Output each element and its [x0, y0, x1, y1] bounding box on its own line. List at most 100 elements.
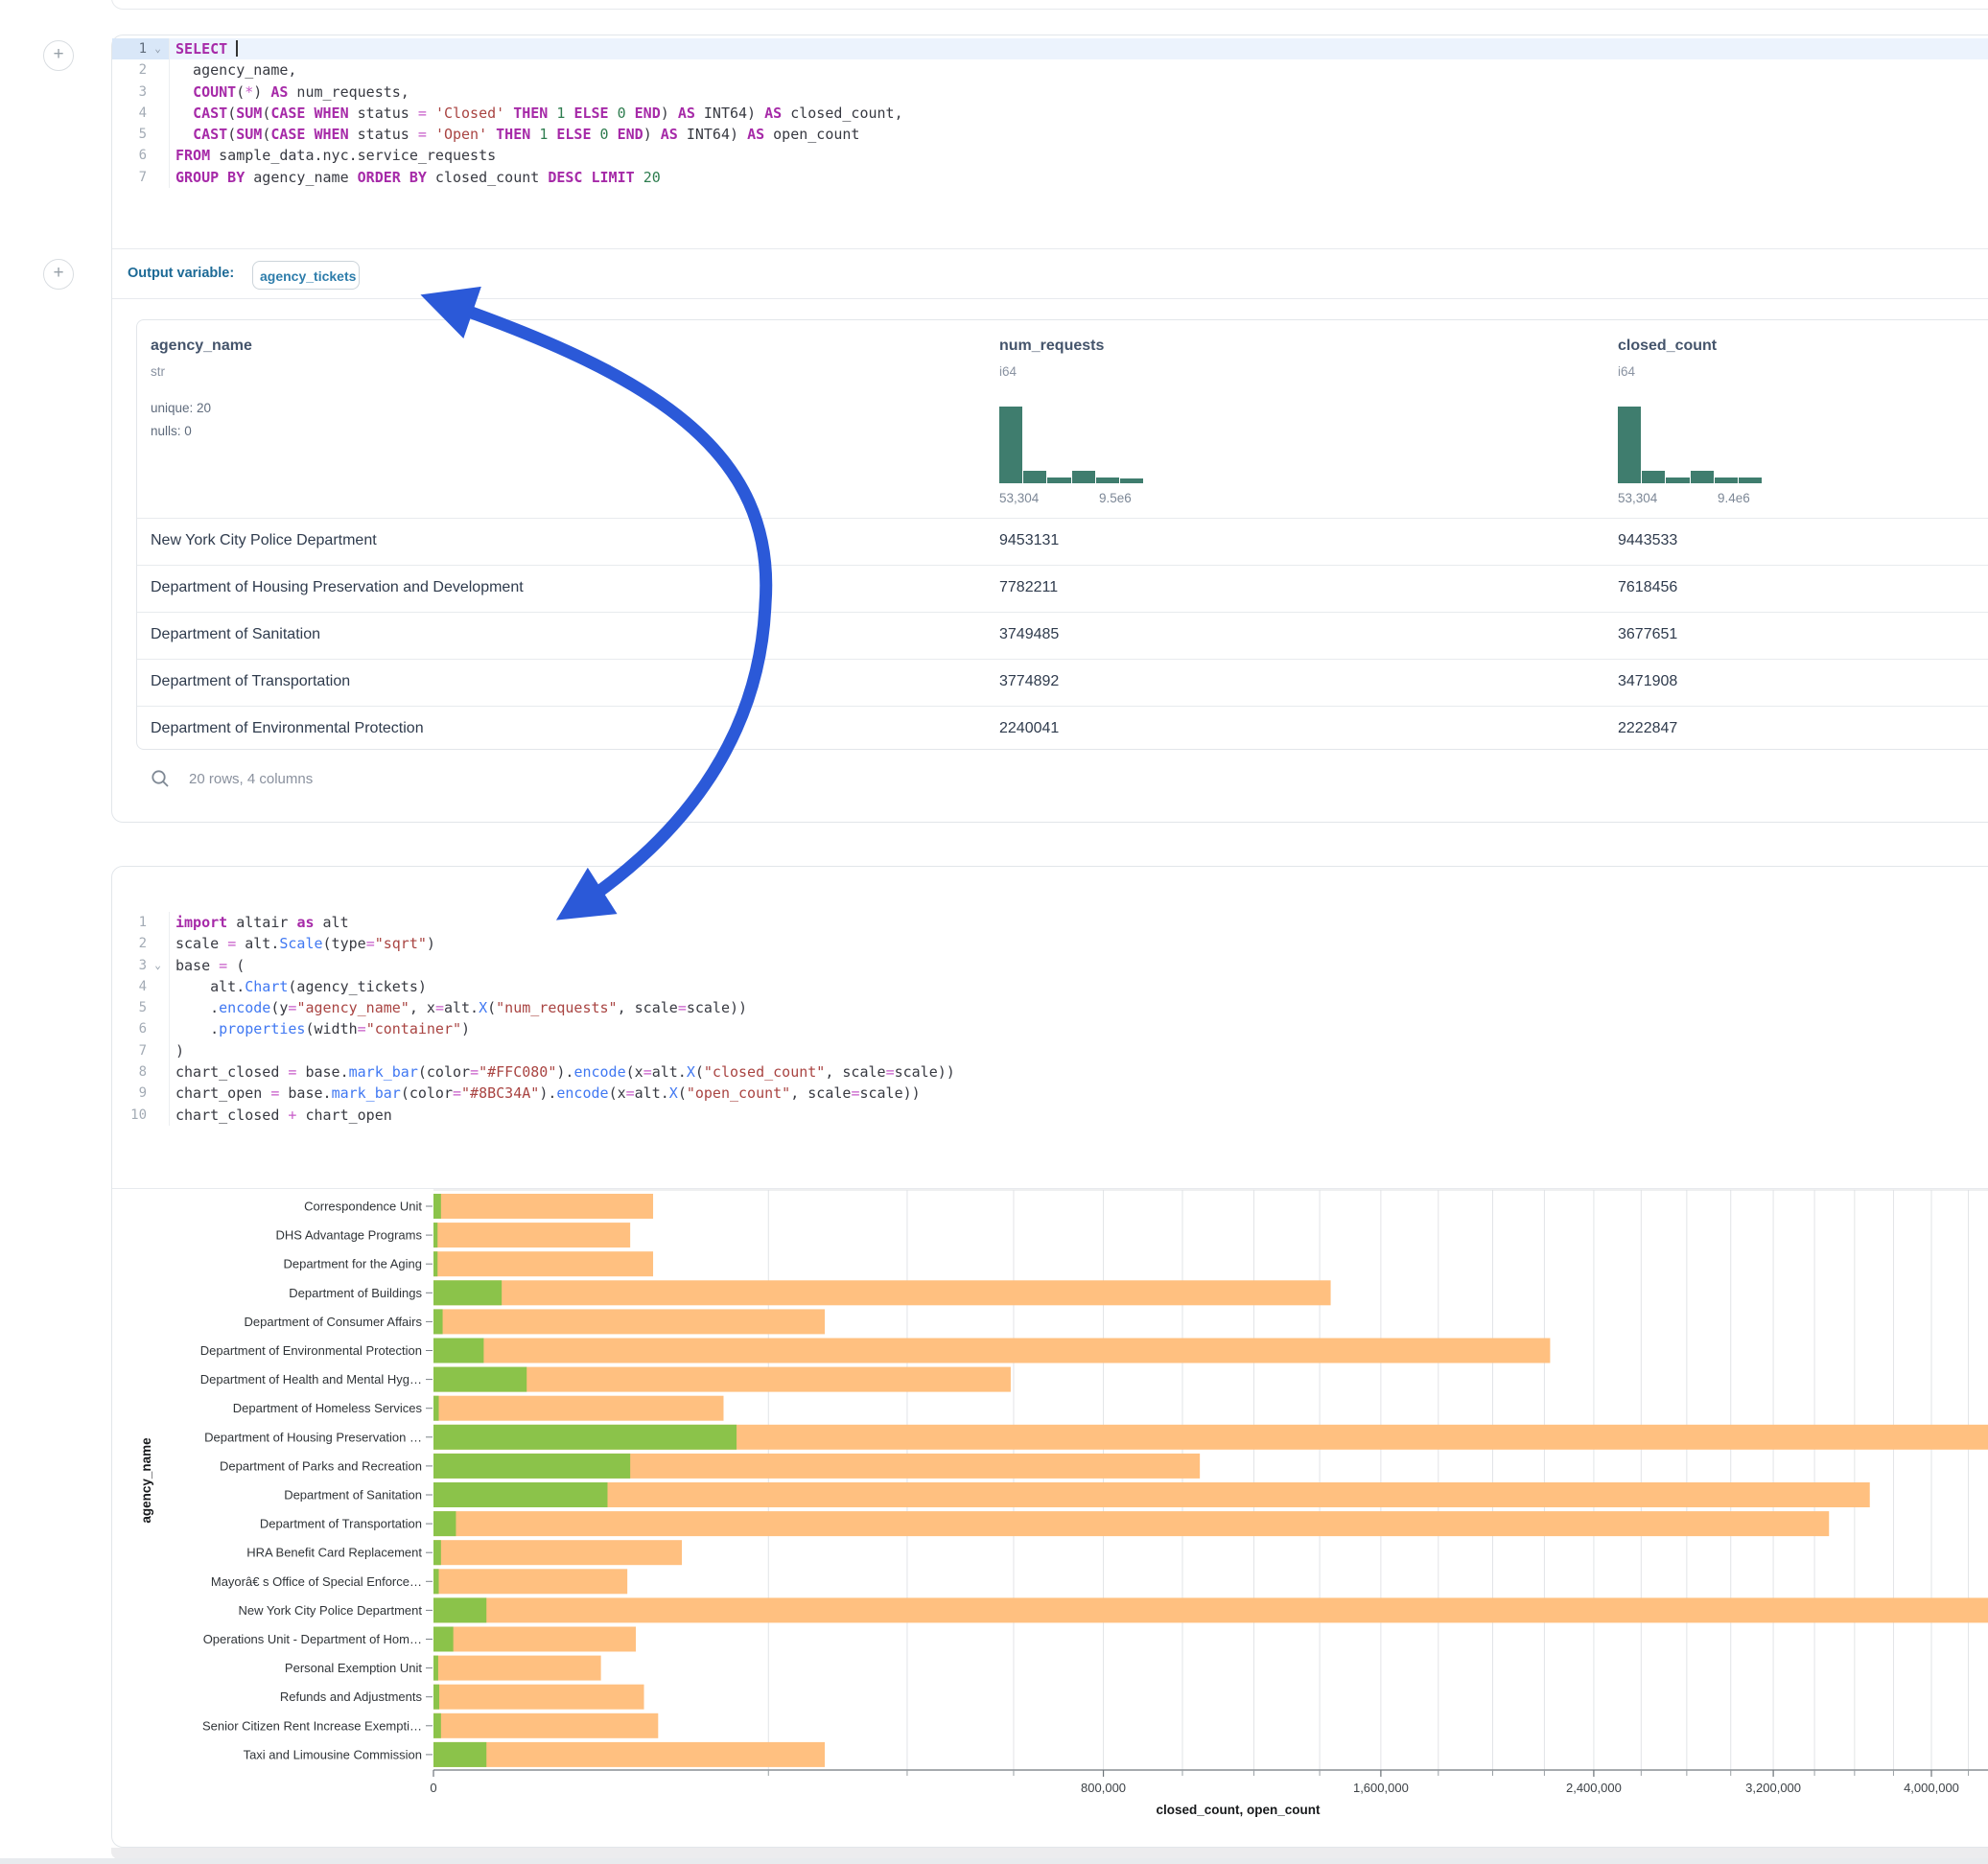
code-text[interactable]: ) — [169, 1040, 1988, 1061]
line-number: 1 — [112, 912, 147, 933]
line-number: 2 — [112, 59, 147, 81]
table-row[interactable]: New York City Police Department945313194… — [137, 518, 1988, 566]
line-number: 1 — [112, 38, 147, 59]
code-line[interactable]: 6 .properties(width="container") — [112, 1018, 1988, 1039]
code-text[interactable]: agency_name, — [169, 59, 1988, 81]
code-line[interactable]: 8chart_closed = base.mark_bar(color="#FF… — [112, 1061, 1988, 1083]
code-line[interactable]: 5 CAST(SUM(CASE WHEN status = 'Open' THE… — [112, 124, 1988, 145]
code-text[interactable]: GROUP BY agency_name ORDER BY closed_cou… — [169, 167, 1988, 188]
python-code-editor[interactable]: 1 import altair as alt2scale = alt.Scale(… — [112, 867, 1988, 1126]
y-axis-label: Refunds and Adjustments — [280, 1689, 423, 1704]
notebook-page: { "ui": { "add_cell_plus": "+", "output_… — [0, 0, 1988, 1864]
code-line[interactable]: 4 alt.Chart(agency_tickets) — [112, 976, 1988, 997]
histogram-min-label: 53,304 — [1618, 491, 1657, 505]
histogram-bar — [1120, 478, 1143, 483]
code-text[interactable]: base = ( — [169, 955, 1988, 976]
code-text[interactable]: FROM sample_data.nyc.service_requests — [169, 145, 1988, 166]
code-line[interactable]: 10 chart_closed + chart_open — [112, 1105, 1988, 1126]
table-row[interactable]: Department of Sanitation37494853677651 — [137, 612, 1988, 660]
line-number: 5 — [112, 124, 147, 145]
gutter-spacer — [147, 976, 169, 997]
y-axis-label: Operations Unit - Department of Hom… — [203, 1632, 422, 1646]
output-variable-label: Output variable: — [128, 266, 234, 281]
code-text[interactable]: COUNT(*) AS num_requests, — [169, 82, 1988, 103]
x-axis-tick-label: 2,400,000 — [1566, 1781, 1622, 1795]
altair-bar-chart: Correspondence UnitDHS Advantage Program… — [112, 1188, 1988, 1840]
table-row-count: 20 rows, 4 columns — [189, 771, 313, 787]
code-text[interactable]: CAST(SUM(CASE WHEN status = 'Open' THEN … — [169, 124, 1988, 145]
bar-closed-count — [433, 1742, 825, 1767]
bar-open-count — [433, 1627, 454, 1652]
code-line[interactable]: 9 chart_open = base.mark_bar(color="#8BC3… — [112, 1083, 1988, 1104]
code-fold-chevron-icon[interactable]: ⌄ — [147, 38, 169, 59]
divider — [112, 248, 1988, 249]
code-line[interactable]: 2 agency_name, — [112, 59, 1988, 81]
sql-code-editor[interactable]: 1⌄SELECT 2 agency_name,3 COUNT(*) AS num… — [112, 35, 1988, 188]
bar-closed-count — [433, 1223, 630, 1247]
code-text[interactable]: chart_closed + chart_open — [169, 1105, 1988, 1126]
bar-open-count — [433, 1656, 438, 1681]
code-fold-chevron-icon[interactable]: ⌄ — [147, 955, 169, 976]
code-line[interactable]: 2scale = alt.Scale(type="sqrt") — [112, 933, 1988, 954]
line-number: 6 — [112, 1018, 147, 1039]
gutter-spacer — [147, 167, 169, 188]
add-cell-button-middle[interactable]: + — [43, 259, 74, 290]
x-axis-tick-label: 800,000 — [1081, 1781, 1126, 1795]
code-line[interactable]: 1⌄SELECT — [112, 38, 1988, 59]
code-text[interactable]: scale = alt.Scale(type="sqrt") — [169, 933, 1988, 954]
bar-open-count — [433, 1511, 456, 1536]
histogram-bar — [999, 407, 1022, 483]
gutter-spacer — [147, 1105, 169, 1126]
column-null-count: nulls: 0 — [151, 424, 192, 438]
search-icon[interactable] — [151, 769, 170, 788]
page-bottom-strip — [0, 1858, 1988, 1864]
code-line[interactable]: 6FROM sample_data.nyc.service_requests — [112, 145, 1988, 166]
code-line[interactable]: 3 COUNT(*) AS num_requests, — [112, 82, 1988, 103]
cell-closed-count: 7618456 — [1618, 579, 1677, 596]
cell-agency-name: Department of Environmental Protection — [151, 720, 424, 737]
code-text[interactable]: import altair as alt — [169, 912, 1988, 933]
code-line[interactable]: 5 .encode(y="agency_name", x=alt.X("num_… — [112, 997, 1988, 1018]
y-axis-label: Department of Homeless Services — [233, 1401, 423, 1415]
column-header-agency-name[interactable]: agency_name — [151, 338, 252, 355]
code-text[interactable]: .properties(width="container") — [169, 1018, 1988, 1039]
y-axis-label: Senior Citizen Rent Increase Exempti… — [202, 1718, 422, 1733]
bar-open-count — [433, 1339, 483, 1363]
gutter-spacer — [147, 1018, 169, 1039]
code-text[interactable]: CAST(SUM(CASE WHEN status = 'Closed' THE… — [169, 103, 1988, 124]
table-row[interactable]: Department of Transportation377489234719… — [137, 659, 1988, 707]
column-header-num-requests[interactable]: num_requests — [999, 338, 1104, 355]
code-text[interactable]: SELECT — [169, 38, 1988, 59]
table-row[interactable]: Department of Environmental Protection 22… — [137, 706, 1988, 750]
gutter-spacer — [147, 912, 169, 933]
table-row[interactable]: Department of Housing Preservation and D… — [137, 565, 1988, 613]
cell-num-requests: 2240041 — [999, 720, 1059, 737]
bar-closed-count — [433, 1713, 658, 1738]
cell-agency-name: Department of Transportation — [151, 673, 350, 690]
add-cell-button-top[interactable]: + — [43, 40, 74, 71]
code-text[interactable]: chart_closed = base.mark_bar(color="#FFC… — [169, 1061, 1988, 1083]
code-text[interactable]: .encode(y="agency_name", x=alt.X("num_re… — [169, 997, 1988, 1018]
line-number: 3 — [112, 955, 147, 976]
column-header-closed-count[interactable]: closed_count — [1618, 338, 1717, 355]
y-axis-label: HRA Benefit Card Replacement — [246, 1546, 422, 1560]
code-line[interactable]: 1 import altair as alt — [112, 912, 1988, 933]
bar-closed-count — [433, 1511, 1829, 1536]
code-line[interactable]: 7GROUP BY agency_name ORDER BY closed_co… — [112, 167, 1988, 188]
code-text[interactable]: chart_open = base.mark_bar(color="#8BC34… — [169, 1083, 1988, 1104]
code-line[interactable]: 7) — [112, 1040, 1988, 1061]
output-variable-tag[interactable]: agency_tickets — [252, 261, 360, 290]
bar-closed-count — [433, 1627, 636, 1652]
bar-open-count — [433, 1742, 486, 1767]
bar-closed-count — [433, 1339, 1550, 1363]
code-line[interactable]: 4 CAST(SUM(CASE WHEN status = 'Closed' T… — [112, 103, 1988, 124]
bar-closed-count — [433, 1569, 627, 1594]
y-axis-label: Department of Consumer Affairs — [245, 1315, 423, 1329]
code-line[interactable]: 3⌄base = ( — [112, 955, 1988, 976]
line-number: 9 — [112, 1083, 147, 1104]
bar-open-count — [433, 1482, 607, 1507]
bar-open-count — [433, 1251, 437, 1276]
code-text[interactable]: alt.Chart(agency_tickets) — [169, 976, 1988, 997]
line-number: 10 — [112, 1105, 147, 1126]
bar-open-count — [433, 1309, 443, 1334]
